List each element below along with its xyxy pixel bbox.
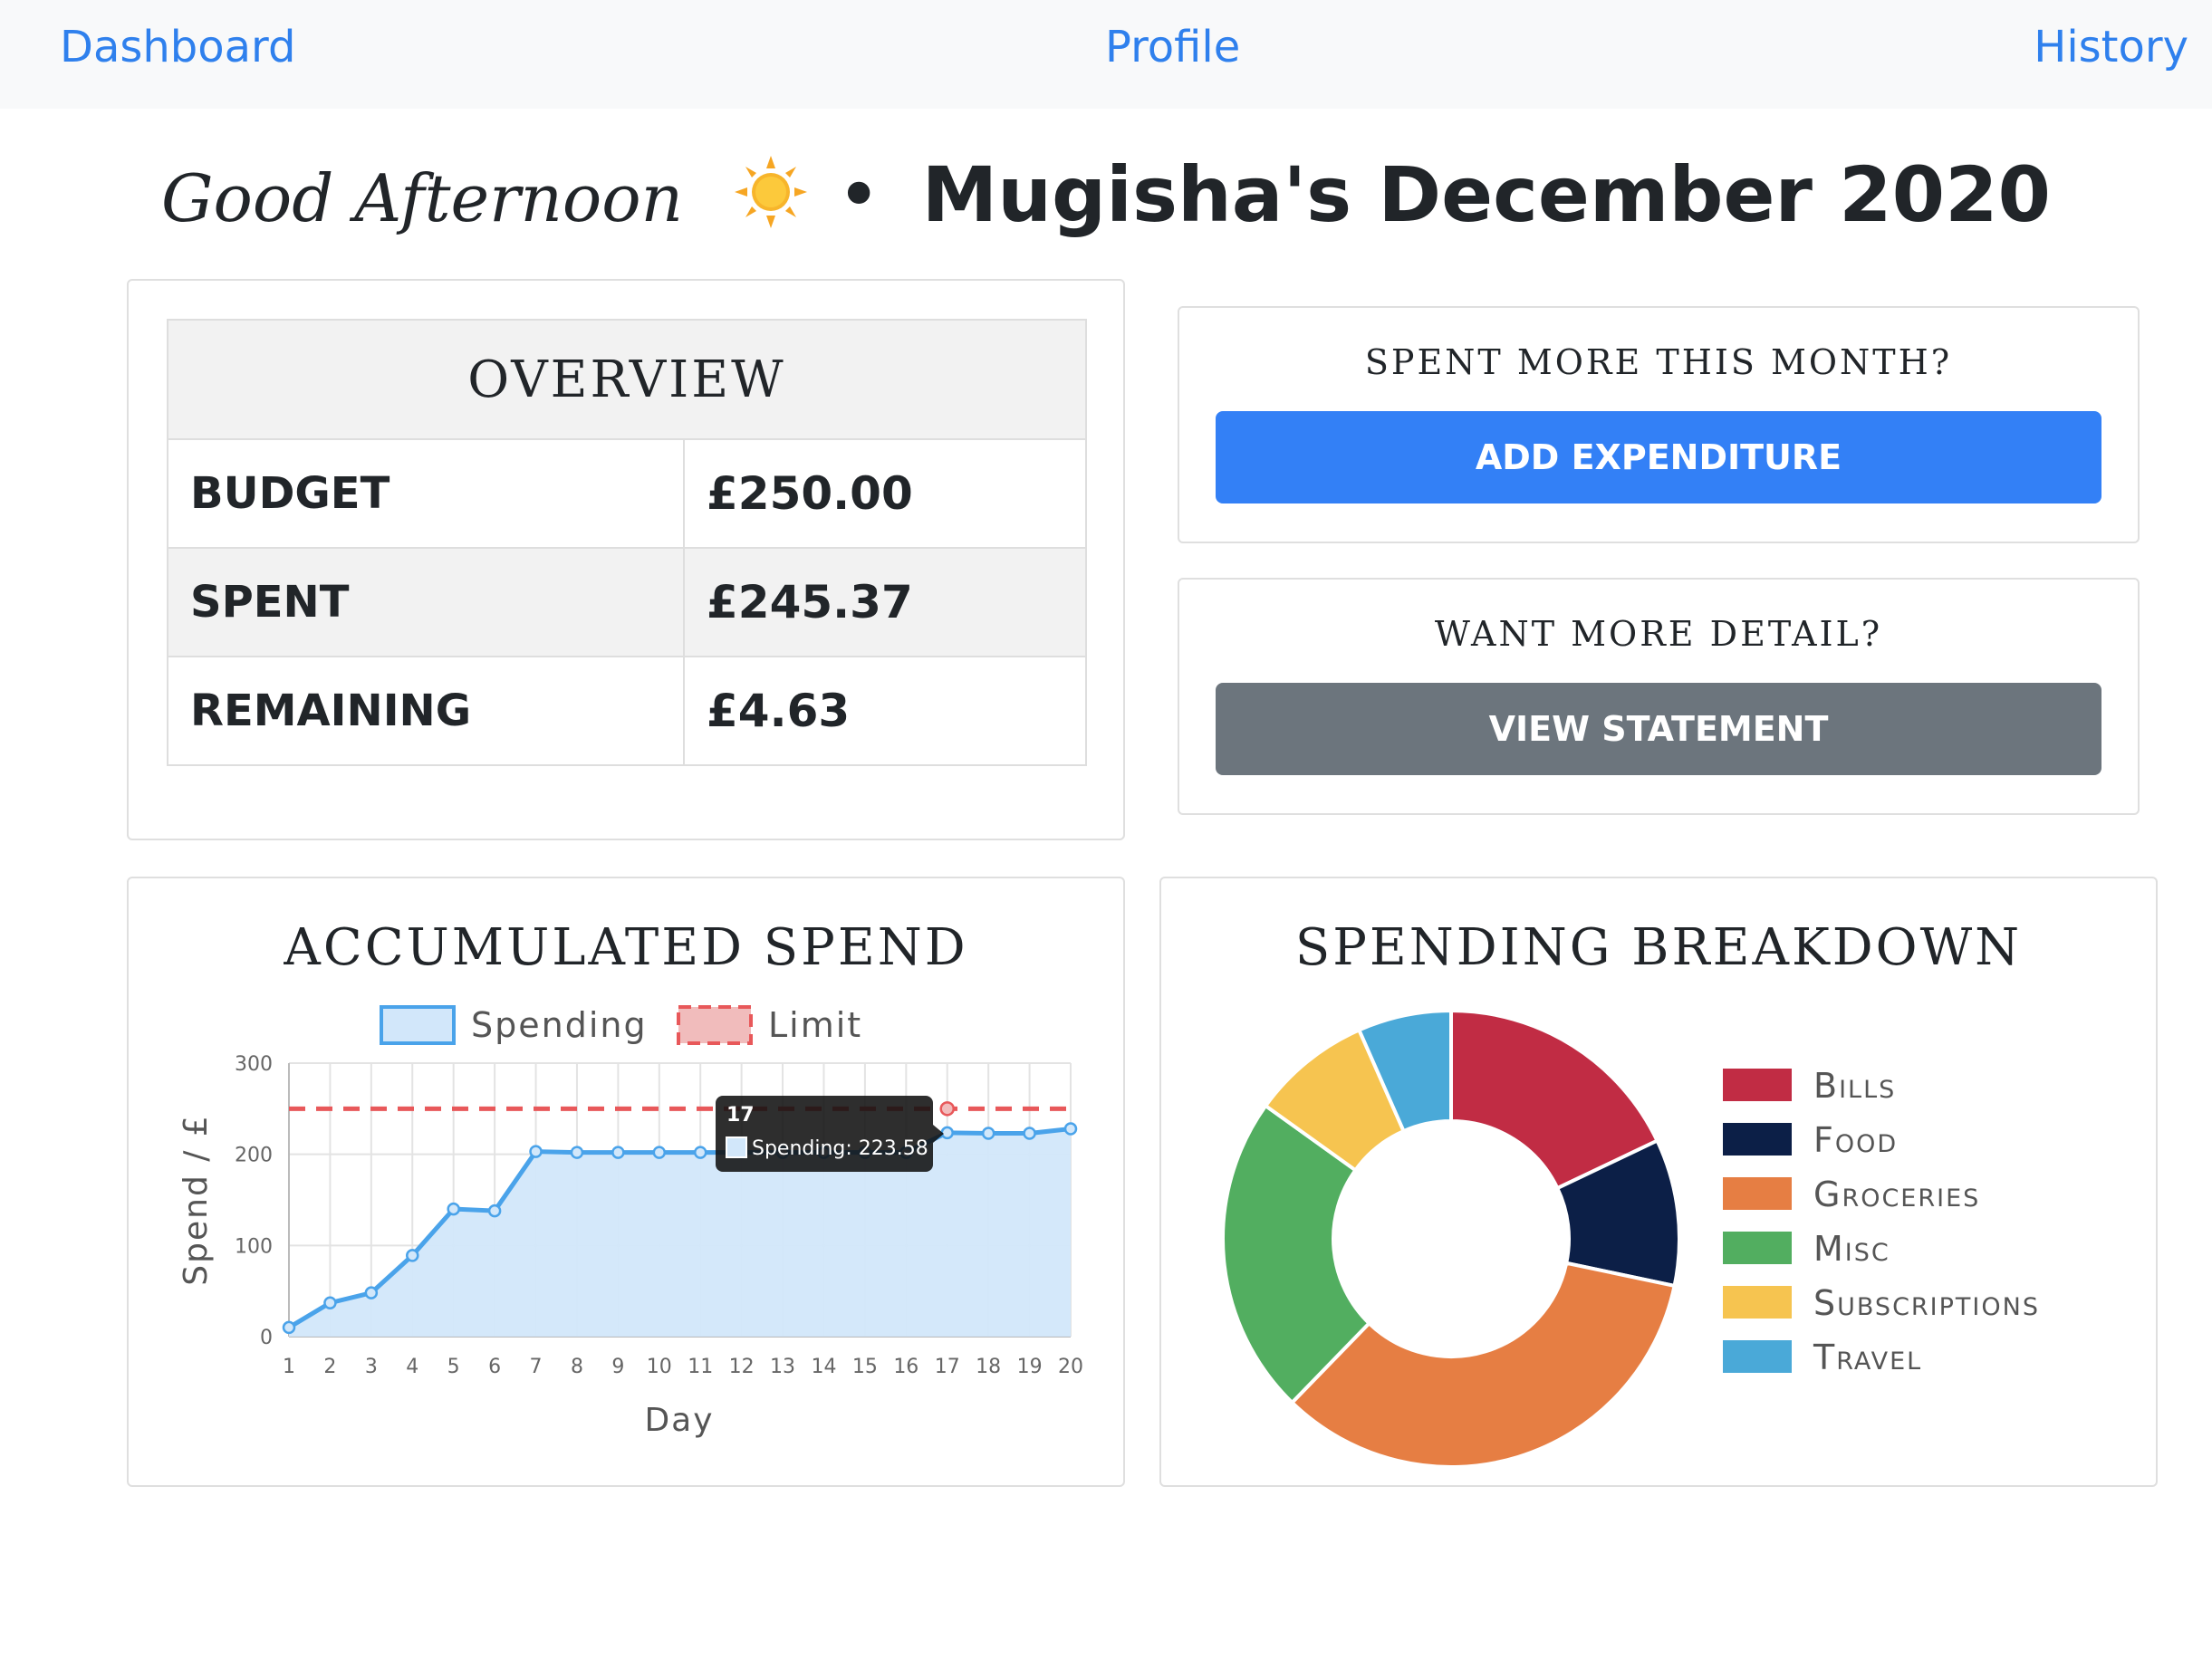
spending-point xyxy=(406,1249,419,1262)
legend-swatch-misc xyxy=(1723,1232,1792,1264)
greeting-text: Good Afternoon xyxy=(161,160,683,236)
nav-link-dashboard[interactable]: Dashboard xyxy=(60,20,295,74)
tooltip-swatch xyxy=(726,1136,747,1158)
overview-row-remaining: REMAINING £4.63 xyxy=(167,656,1087,766)
spending-point xyxy=(611,1146,625,1159)
legend-label-misc: Misc xyxy=(1813,1229,1890,1269)
legend-swatch-bills xyxy=(1723,1069,1792,1101)
spending-point xyxy=(282,1320,296,1335)
x-tick-label: 8 xyxy=(571,1356,583,1378)
spending-point xyxy=(364,1286,379,1299)
view-statement-prompt: WANT MORE DETAIL? xyxy=(1434,614,1883,654)
legend-label-subscriptions: Subscriptions xyxy=(1813,1283,2040,1323)
x-tick-label: 20 xyxy=(1058,1356,1083,1378)
remaining-label: REMAINING xyxy=(167,656,685,766)
budget-label: BUDGET xyxy=(167,438,685,549)
legend-label-food: Food xyxy=(1813,1120,1898,1160)
x-tick-label: 1 xyxy=(283,1356,295,1378)
x-tick-label: 19 xyxy=(1017,1356,1043,1378)
spending-point xyxy=(570,1146,584,1159)
x-axis-title: Day xyxy=(644,1402,714,1439)
x-tick-label: 5 xyxy=(447,1356,460,1378)
y-tick-label: 200 xyxy=(235,1145,273,1167)
x-tick-label: 14 xyxy=(811,1356,836,1378)
y-tick-label: 100 xyxy=(235,1235,273,1258)
spent-label: SPENT xyxy=(167,547,685,657)
x-tick-label: 9 xyxy=(611,1356,624,1378)
legend-swatch-limit xyxy=(677,1005,753,1045)
x-tick-label: 13 xyxy=(770,1356,795,1378)
budget-value: £250.00 xyxy=(683,438,1087,549)
sun-icon xyxy=(734,156,807,228)
legend-label-limit: Limit xyxy=(768,1005,862,1045)
page-heading: Good Afternoon • Mugisha's December 2020 xyxy=(0,145,2212,248)
spending-point xyxy=(323,1296,337,1310)
overview-row-budget: BUDGET £250.00 xyxy=(167,438,1087,549)
x-tick-label: 10 xyxy=(647,1356,672,1378)
spending-point xyxy=(529,1145,543,1158)
greeting-separator: • xyxy=(836,150,881,239)
legend-label-bills: Bills xyxy=(1813,1066,1896,1106)
pie-slice-groceries xyxy=(1289,1261,1677,1469)
legend-label-groceries: Groceries xyxy=(1813,1175,1980,1214)
x-tick-label: 6 xyxy=(488,1356,501,1378)
legend-swatch-groceries xyxy=(1723,1177,1792,1210)
spending-point xyxy=(940,1126,954,1140)
add-expenditure-prompt: SPENT MORE THIS MONTH? xyxy=(1364,342,1953,382)
y-axis-title: Spend / £ xyxy=(178,1114,215,1285)
chart-tooltip: 17 Spending: 223.58 xyxy=(716,1096,944,1172)
nav-link-history[interactable]: History xyxy=(2034,20,2188,74)
tooltip-title: 17 xyxy=(726,1104,755,1127)
spent-value: £245.37 xyxy=(683,547,1087,657)
legend-label-travel: Travel xyxy=(1813,1338,1922,1377)
x-tick-label: 3 xyxy=(365,1356,378,1378)
overview-row-spent: SPENT £245.37 xyxy=(167,547,1087,657)
spending-breakdown-card: SPENDING BREAKDOWN Bills Food Groceries Mis… xyxy=(1159,877,2158,1487)
overview-heading: OVERVIEW xyxy=(167,319,1087,440)
remaining-value: £4.63 xyxy=(683,656,1087,766)
x-tick-label: 7 xyxy=(530,1356,543,1378)
legend-swatch-food xyxy=(1723,1123,1792,1156)
legend-swatch-travel xyxy=(1723,1340,1792,1373)
spending-area xyxy=(289,1128,1071,1337)
spending-point xyxy=(693,1146,707,1159)
view-statement-button[interactable]: VIEW STATEMENT xyxy=(1216,683,2101,775)
top-navbar: Dashboard Profile History xyxy=(0,0,2212,109)
spending-point xyxy=(1063,1122,1078,1136)
legend-label-spending: Spending xyxy=(471,1005,648,1045)
spending-point xyxy=(1023,1127,1036,1140)
overview-table: OVERVIEW BUDGET £250.00 SPENT £245.37 RE… xyxy=(167,319,1087,766)
x-tick-label: 18 xyxy=(976,1356,1001,1378)
x-tick-label: 11 xyxy=(688,1356,713,1378)
y-tick-label: 300 xyxy=(235,1053,273,1076)
nav-link-profile[interactable]: Profile xyxy=(1105,20,1240,74)
spending-point xyxy=(487,1203,502,1218)
accumulated-spend-card: ACCUMULATED SPEND Spending Limit 0 100 200 30… xyxy=(127,877,1125,1487)
add-expenditure-card: SPENT MORE THIS MONTH? ADD EXPENDITURE xyxy=(1178,306,2140,543)
spending-point xyxy=(447,1202,460,1216)
overview-card: OVERVIEW BUDGET £250.00 SPENT £245.37 RE… xyxy=(127,279,1125,840)
spending-breakdown-chart: Bills Food Groceries Misc Subscriptions Trave… xyxy=(1221,1008,2040,1469)
spending-point xyxy=(981,1127,995,1140)
limit-point-hover xyxy=(939,1101,955,1117)
page-title: Mugisha's December 2020 xyxy=(921,150,2051,239)
add-expenditure-button[interactable]: ADD EXPENDITURE xyxy=(1216,411,2101,503)
tooltip-text: Spending: 223.58 xyxy=(752,1137,928,1160)
x-tick-label: 12 xyxy=(729,1356,755,1378)
x-tick-label: 17 xyxy=(935,1356,960,1378)
x-tick-label: 15 xyxy=(852,1356,878,1378)
legend-swatch-spending xyxy=(380,1005,456,1045)
x-tick-label: 2 xyxy=(323,1356,336,1378)
x-tick-label: 16 xyxy=(893,1356,918,1378)
view-statement-card: WANT MORE DETAIL? VIEW STATEMENT xyxy=(1178,578,2140,815)
x-tick-label: 4 xyxy=(406,1356,418,1378)
spending-point xyxy=(652,1146,667,1159)
y-tick-label: 0 xyxy=(260,1327,273,1349)
accumulated-spend-chart: Spending Limit01002003001 2 3 4 5 6 7 8 9 10 11 12 13… xyxy=(178,1005,1083,1439)
legend-swatch-subscriptions xyxy=(1723,1286,1792,1319)
